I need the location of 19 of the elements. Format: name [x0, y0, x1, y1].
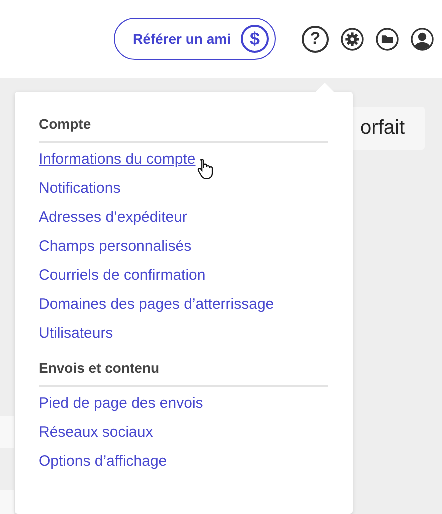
section-heading: Compte: [39, 115, 92, 133]
help-icon[interactable]: ?: [302, 26, 329, 52]
folder-icon[interactable]: [376, 28, 399, 50]
menu-link[interactable]: Adresses d’expéditeur: [39, 208, 188, 228]
menu-link[interactable]: Pied de page des envois: [39, 394, 204, 414]
user-avatar-icon[interactable]: [411, 28, 434, 50]
menu-link[interactable]: Champs personnalisés: [39, 237, 192, 257]
plan-label: orfait: [360, 117, 406, 140]
hand-cursor-icon: [196, 158, 215, 180]
menu-link[interactable]: Utilisateurs: [39, 324, 114, 344]
section-heading: Envois et contenu: [39, 359, 161, 377]
settings-icon[interactable]: [341, 28, 364, 50]
menu-link[interactable]: Informations du compte: [39, 150, 196, 170]
menu-link[interactable]: Options d’affichage: [39, 452, 168, 472]
menu-link[interactable]: Courriels de confirmation: [39, 266, 206, 286]
menu-link[interactable]: Réseaux sociaux: [39, 423, 154, 443]
menu-link[interactable]: Notifications: [39, 179, 121, 199]
menu-link[interactable]: Domaines des pages d’atterrissage: [39, 295, 274, 315]
refer-friend-button[interactable]: Référer un ami $: [114, 18, 276, 60]
